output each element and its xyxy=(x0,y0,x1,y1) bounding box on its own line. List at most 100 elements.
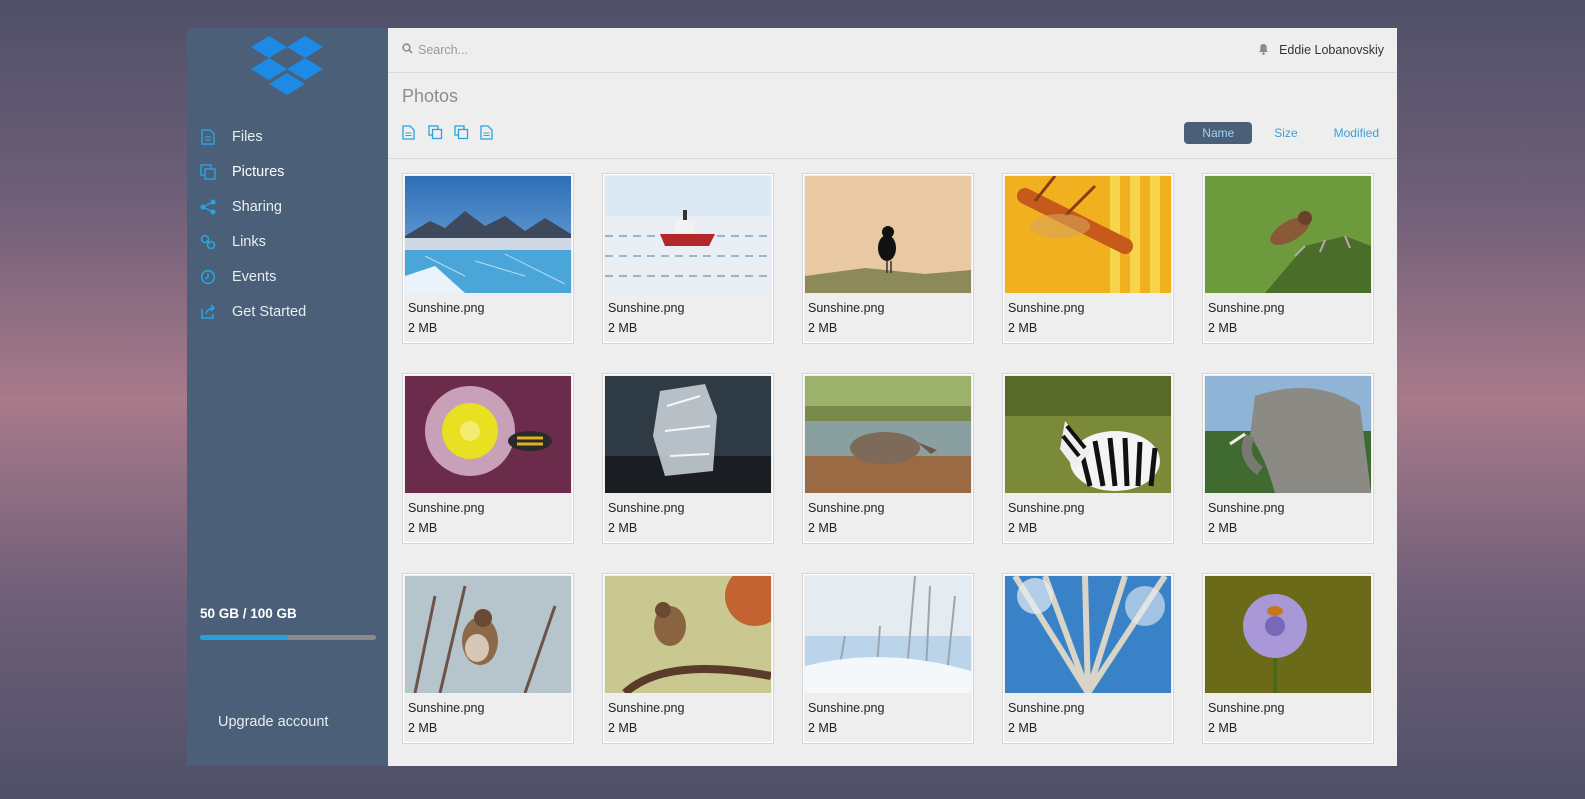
photo-card[interactable]: Sunshine.png 2 MB xyxy=(1002,173,1174,344)
photo-filesize: 2 MB xyxy=(1008,321,1038,335)
sidebar-item-links[interactable]: Links xyxy=(187,224,388,259)
photo-filesize: 2 MB xyxy=(608,721,638,735)
photo-thumbnail-sparrow-branch[interactable] xyxy=(405,576,571,694)
photo-card[interactable]: Sunshine.png 2 MB xyxy=(802,373,974,544)
photo-filename: Sunshine.png xyxy=(1208,301,1285,315)
photo-card[interactable]: Sunshine.png 2 MB xyxy=(802,173,974,344)
photo-card[interactable]: Sunshine.png 2 MB xyxy=(602,566,785,744)
photo-filesize: 2 MB xyxy=(1008,721,1038,735)
photo-filename: Sunshine.png xyxy=(608,701,685,715)
photo-filesize: 2 MB xyxy=(608,521,638,535)
search-icon xyxy=(402,41,413,59)
topbar: Eddie Lobanovskiy xyxy=(388,28,1397,73)
photo-thumbnail-blackbird[interactable] xyxy=(805,176,971,293)
duplicate-icon[interactable] xyxy=(454,125,469,140)
storage-usage: 50 GB / 100 GB xyxy=(200,606,376,640)
upgrade-account-link[interactable]: Upgrade account xyxy=(218,714,328,730)
photo-thumbnail-elephant[interactable] xyxy=(1205,376,1371,493)
sidebar-item-files[interactable]: Files xyxy=(187,119,388,154)
photo-filesize: 2 MB xyxy=(808,321,838,335)
photo-card[interactable]: Sunshine.png 2 MB xyxy=(402,573,574,744)
photo-thumbnail-zebra[interactable] xyxy=(1005,376,1171,493)
sidebar-item-pictures[interactable]: Pictures xyxy=(187,154,388,189)
sort-controls: Name Size Modified xyxy=(1184,122,1383,144)
photo-filesize: 2 MB xyxy=(1208,521,1238,535)
photo-filename: Sunshine.png xyxy=(1008,501,1085,515)
photo-card[interactable]: Sunshine.png 2 MB xyxy=(402,173,574,344)
photo-filename: Sunshine.png xyxy=(1008,701,1085,715)
photo-filesize: 2 MB xyxy=(608,321,638,335)
user-menu[interactable]: Eddie Lobanovskiy xyxy=(1258,43,1384,58)
sidebar-nav: Files Pictures Sharing Links Events Get … xyxy=(187,119,388,329)
sidebar: Files Pictures Sharing Links Events Get … xyxy=(187,28,388,766)
photo-grid: Sunshine.png 2 MB Sunshine.png 2 MB Sunshine… xyxy=(402,173,1374,744)
sidebar-item-label: Sharing xyxy=(232,198,282,215)
photo-thumbnail-birch-trees[interactable] xyxy=(1005,574,1171,695)
photo-filename: Sunshine.png xyxy=(1208,701,1285,715)
photo-filesize: 2 MB xyxy=(808,721,838,735)
photo-filename: Sunshine.png xyxy=(608,301,685,315)
photo-filename: Sunshine.png xyxy=(408,301,485,315)
photo-thumbnail-snow-plants[interactable] xyxy=(805,575,971,694)
toolbar xyxy=(402,125,495,140)
document-icon[interactable] xyxy=(480,125,495,140)
sidebar-item-sharing[interactable]: Sharing xyxy=(187,189,388,224)
link-icon xyxy=(200,234,216,250)
photo-filename: Sunshine.png xyxy=(808,501,885,515)
app-window: Files Pictures Sharing Links Events Get … xyxy=(187,28,1397,766)
sort-by-modified-button[interactable]: Modified xyxy=(1316,122,1383,144)
new-file-icon[interactable] xyxy=(402,125,417,140)
storage-progress-fill xyxy=(200,635,288,640)
photo-thumbnail-ice-block[interactable] xyxy=(605,376,771,493)
photo-card[interactable]: Sunshine.png 2 MB xyxy=(402,373,574,544)
photo-filename: Sunshine.png xyxy=(608,501,685,515)
photo-filename: Sunshine.png xyxy=(808,701,885,715)
share-icon xyxy=(200,199,216,215)
clock-icon xyxy=(200,269,216,285)
photo-card[interactable]: Sunshine.png 2 MB xyxy=(1202,373,1374,544)
photo-card[interactable]: Sunshine.png 2 MB xyxy=(602,373,774,544)
main-content: Eddie Lobanovskiy Photos Name Size Modif… xyxy=(388,28,1397,766)
photo-card[interactable]: Sunshine.png 2 MB xyxy=(1002,373,1174,544)
dropbox-logo[interactable] xyxy=(251,36,323,102)
sidebar-item-label: Links xyxy=(232,233,266,250)
header-divider xyxy=(388,158,1397,159)
photo-filename: Sunshine.png xyxy=(808,301,885,315)
search-box xyxy=(402,41,1258,59)
pictures-icon xyxy=(200,163,216,180)
photo-thumbnail-robber-fly[interactable] xyxy=(1205,176,1371,293)
storage-progress-bar xyxy=(200,635,376,640)
photo-card[interactable]: Sunshine.png 2 MB xyxy=(802,573,974,744)
user-name: Eddie Lobanovskiy xyxy=(1279,43,1384,57)
photo-filename: Sunshine.png xyxy=(1208,501,1285,515)
photo-card[interactable]: Sunshine.png 2 MB xyxy=(1002,573,1174,744)
photo-card[interactable]: Sunshine.png 2 MB xyxy=(1202,173,1374,344)
photo-filesize: 2 MB xyxy=(1208,721,1238,735)
photo-card[interactable]: Sunshine.png 2 MB xyxy=(602,173,774,344)
photo-filename: Sunshine.png xyxy=(408,501,485,515)
photo-filesize: 2 MB xyxy=(1208,321,1238,335)
photo-thumbnail-flower-bee[interactable] xyxy=(405,376,571,493)
sidebar-item-label: Get Started xyxy=(232,303,307,320)
sort-by-size-button[interactable]: Size xyxy=(1256,122,1315,144)
file-icon xyxy=(200,128,216,145)
photo-filesize: 2 MB xyxy=(408,521,438,535)
photo-thumbnail-rhino[interactable] xyxy=(805,376,971,493)
sidebar-item-label: Events xyxy=(232,268,277,285)
sidebar-item-get-started[interactable]: Get Started xyxy=(187,294,388,329)
search-input[interactable] xyxy=(418,43,718,57)
sidebar-item-events[interactable]: Events xyxy=(187,259,388,294)
photo-thumbnail-hoverfly[interactable] xyxy=(1005,175,1171,293)
page-title: Photos xyxy=(402,86,459,106)
photo-thumbnail-sparrow-autumn[interactable] xyxy=(605,566,785,697)
photo-thumbnail-glacier[interactable] xyxy=(405,176,571,293)
photo-filename: Sunshine.png xyxy=(408,701,485,715)
photo-card[interactable]: Sunshine.png 2 MB xyxy=(1202,573,1374,744)
sidebar-item-label: Files xyxy=(232,128,263,145)
photo-thumbnail-purple-flower[interactable] xyxy=(1205,576,1371,693)
photo-thumbnail-icebreaker[interactable] xyxy=(605,176,771,293)
bell-icon[interactable] xyxy=(1258,43,1269,58)
sort-by-name-button[interactable]: Name xyxy=(1184,122,1253,144)
photo-filesize: 2 MB xyxy=(408,321,438,335)
copy-icon[interactable] xyxy=(428,125,443,140)
